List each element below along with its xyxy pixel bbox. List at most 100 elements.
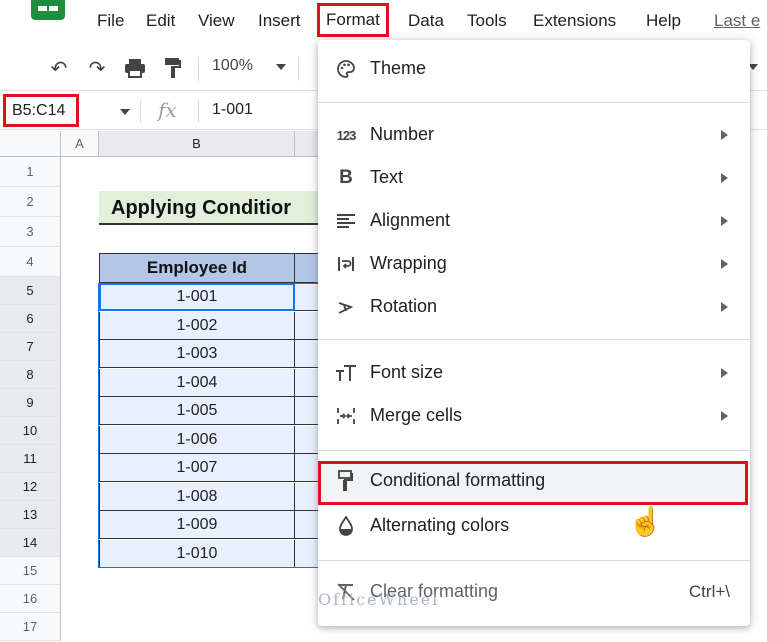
submenu-arrow-icon (721, 216, 728, 226)
menu-item-label: Conditional formatting (370, 470, 546, 490)
sheet-title-cell[interactable]: Applying Conditior (99, 191, 329, 225)
table-cell-employee-id[interactable]: 1-002 (99, 311, 295, 340)
table-cell-employee-id[interactable]: 1-005 (99, 397, 295, 425)
name-box-caret-icon[interactable] (120, 109, 130, 115)
table-cell-employee-id[interactable]: 1-006 (99, 425, 295, 454)
column-header-b[interactable]: B (99, 131, 295, 157)
menu-divider (318, 339, 750, 340)
zoom-caret-icon[interactable] (276, 64, 286, 70)
row-header[interactable]: 15 (0, 557, 61, 585)
submenu-arrow-icon (721, 368, 728, 378)
sheets-logo-icon[interactable] (31, 0, 65, 20)
row-header[interactable]: 4 (0, 247, 61, 277)
column-header-a[interactable]: A (61, 131, 99, 157)
menu-item-font-size[interactable]: Font size (318, 353, 750, 393)
menu-tools[interactable]: Tools (467, 8, 507, 34)
row-header[interactable]: 16 (0, 585, 61, 613)
print-icon[interactable] (122, 55, 148, 81)
menu-item-label: Theme (370, 58, 427, 78)
text-rotation-icon (334, 295, 358, 319)
fx-icon: fx (158, 98, 177, 122)
number-123-icon: 123 (336, 127, 357, 143)
table-cell-employee-id[interactable]: 1-010 (99, 539, 295, 568)
menu-edit[interactable]: Edit (146, 8, 175, 34)
palette-icon (334, 57, 358, 81)
table-cell-employee-id[interactable]: 1-007 (99, 454, 295, 482)
watermark-logo: OfficeWheel (318, 590, 440, 609)
row-header[interactable]: 1 (0, 157, 61, 187)
text-wrap-icon (334, 252, 358, 276)
submenu-arrow-icon (721, 411, 728, 421)
menu-item-label: Font size (370, 362, 444, 382)
row-header[interactable]: 11 (0, 445, 61, 473)
menu-item-merge-cells[interactable]: Merge cells (318, 396, 750, 436)
formula-divider (140, 100, 141, 122)
menu-divider (318, 560, 750, 561)
row-header[interactable]: 13 (0, 501, 61, 529)
menu-item-alignment[interactable]: Alignment (318, 201, 750, 241)
menu-insert[interactable]: Insert (258, 8, 301, 34)
menu-item-conditional-formatting[interactable]: Conditional formatting (318, 461, 748, 505)
menu-item-label: Alternating colors (370, 515, 510, 535)
row-header[interactable]: 6 (0, 305, 61, 333)
menu-item-label: Text (370, 167, 404, 187)
menu-item-text[interactable]: B Text (318, 158, 750, 198)
menu-divider (318, 102, 750, 103)
row-header[interactable]: 12 (0, 473, 61, 501)
menu-item-alternating-colors[interactable]: Alternating colors (318, 506, 750, 546)
menu-extensions[interactable]: Extensions (533, 8, 616, 34)
format-menu: Theme 123 Number B Text Alignment Wrappi… (318, 40, 750, 626)
menu-item-rotation[interactable]: Rotation (318, 287, 750, 327)
menu-item-label: Wrapping (370, 253, 447, 273)
paint-roller-icon (334, 469, 358, 493)
shortcut-label: Ctrl+\ (688, 582, 730, 601)
submenu-arrow-icon (721, 173, 728, 183)
menu-item-number[interactable]: 123 Number (318, 115, 750, 155)
row-header[interactable]: 8 (0, 361, 61, 389)
zoom-select[interactable]: 100% (212, 57, 253, 75)
menu-item-label: Merge cells (370, 405, 463, 425)
row-header[interactable]: 7 (0, 333, 61, 361)
name-box[interactable]: B5:C14 (3, 94, 79, 127)
font-size-icon (334, 361, 358, 385)
drop-icon (334, 514, 358, 538)
menu-item-label: Alignment (370, 210, 451, 230)
menu-format[interactable]: Format (317, 3, 389, 37)
row-header[interactable]: 10 (0, 417, 61, 445)
menu-help[interactable]: Help (646, 8, 681, 34)
menu-view[interactable]: View (198, 8, 235, 34)
row-header[interactable]: 9 (0, 389, 61, 417)
paint-format-icon[interactable] (160, 55, 186, 81)
merge-cells-icon (334, 404, 358, 428)
redo-icon[interactable]: ↷ (84, 55, 110, 81)
select-all-corner[interactable] (0, 131, 61, 157)
menu-divider (318, 450, 750, 451)
bold-b-icon: B (339, 167, 353, 188)
align-left-icon (334, 209, 358, 233)
row-header[interactable]: 17 (0, 613, 61, 641)
menu-item-wrapping[interactable]: Wrapping (318, 244, 750, 284)
table-cell-employee-id[interactable]: 1-003 (99, 340, 295, 368)
table-cell-employee-id[interactable]: 1-004 (99, 368, 295, 397)
menu-item-label: Rotation (370, 296, 438, 316)
last-edit-link[interactable]: Last e (714, 8, 760, 34)
toolbar-divider (198, 57, 199, 81)
formula-divider (198, 100, 199, 122)
formula-input[interactable]: 1-001 (212, 101, 253, 119)
undo-icon[interactable]: ↶ (46, 55, 72, 81)
menu-data[interactable]: Data (408, 8, 444, 34)
row-header[interactable]: 3 (0, 217, 61, 247)
menu-item-theme[interactable]: Theme (318, 49, 750, 89)
submenu-arrow-icon (721, 302, 728, 312)
toolbar-divider (298, 57, 299, 81)
submenu-arrow-icon (721, 259, 728, 269)
table-header-employee-id[interactable]: Employee Id (99, 253, 295, 283)
row-header[interactable]: 14 (0, 529, 61, 557)
table-cell-employee-id[interactable]: 1-001 (99, 283, 295, 311)
menu-item-label: Number (370, 124, 435, 144)
row-header[interactable]: 2 (0, 187, 61, 217)
row-header[interactable]: 5 (0, 277, 61, 305)
table-cell-employee-id[interactable]: 1-008 (99, 482, 295, 511)
table-cell-employee-id[interactable]: 1-009 (99, 511, 295, 539)
menu-file[interactable]: File (97, 8, 124, 34)
